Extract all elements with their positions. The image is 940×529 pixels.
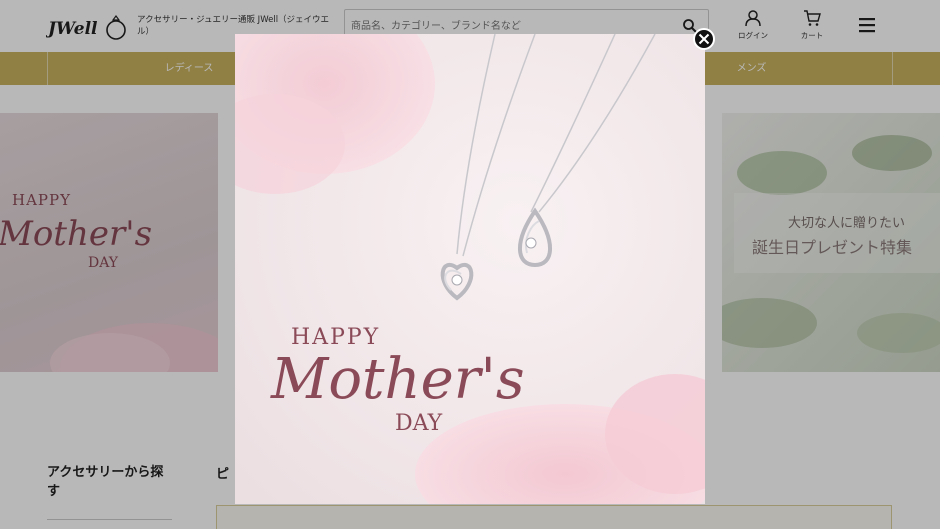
close-modal-button[interactable] — [693, 28, 715, 50]
promo-modal: HAPPY Mother's DAY — [235, 34, 705, 504]
close-icon — [698, 33, 710, 45]
promo-image[interactable]: HAPPY Mother's DAY — [235, 34, 705, 504]
modal-mothers-text: Mother's — [270, 347, 525, 412]
modal-day-text: DAY — [395, 411, 443, 436]
